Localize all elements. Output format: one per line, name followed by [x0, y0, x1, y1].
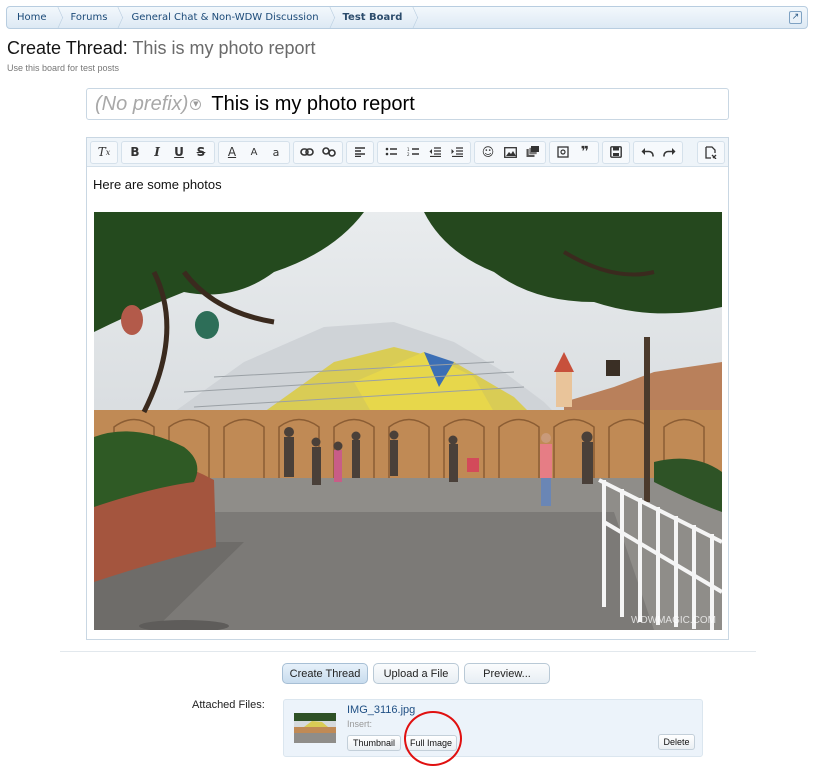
chevron-down-icon[interactable]: ▼: [190, 98, 202, 110]
photo-watermark: WDWMAGIC.COM: [631, 615, 716, 626]
editor-content[interactable]: Here are some photos: [87, 167, 728, 202]
bold-icon[interactable]: B: [124, 142, 146, 163]
outdent-icon[interactable]: [424, 142, 446, 163]
toolbar-group-draft: [602, 140, 630, 164]
attachment-item: IMG_3116.jpg Insert: Thumbnail Full Imag…: [283, 699, 703, 757]
attached-files-label: Attached Files:: [192, 699, 265, 711]
insert-label: Insert:: [347, 719, 373, 729]
toolbar-group-align: [346, 140, 374, 164]
font-size-icon[interactable]: A: [243, 142, 265, 163]
insert-thumbnail-button[interactable]: Thumbnail: [347, 735, 401, 751]
image-icon[interactable]: [499, 142, 521, 163]
form-divider: [60, 651, 756, 652]
page-title: Create Thread: This is my photo report: [7, 38, 316, 59]
external-link-icon[interactable]: ↗: [789, 11, 802, 24]
toolbar-group-format: Tx: [90, 140, 118, 164]
remove-format-icon[interactable]: Tx: [93, 142, 115, 163]
toolbar-group-style: B I U S: [121, 140, 215, 164]
toolbar-group-block: ❞: [549, 140, 599, 164]
page-title-thread: This is my photo report: [132, 38, 316, 58]
create-thread-button[interactable]: Create Thread: [282, 663, 368, 684]
attachment-thumbnail: [294, 713, 336, 743]
breadcrumb: Home Forums General Chat & Non-WDW Discu…: [6, 6, 808, 29]
save-draft-icon[interactable]: [605, 142, 627, 163]
redo-icon[interactable]: [658, 142, 680, 163]
toolbar-group-history: [633, 140, 683, 164]
thread-title-row: (No prefix) ▼: [86, 88, 729, 120]
font-family-icon[interactable]: a: [265, 142, 287, 163]
code-icon[interactable]: [552, 142, 574, 163]
align-icon[interactable]: [349, 142, 371, 163]
quote-icon[interactable]: ❞: [574, 142, 596, 163]
bullet-list-icon[interactable]: [380, 142, 402, 163]
breadcrumb-home[interactable]: Home: [7, 7, 61, 28]
prefix-selector[interactable]: (No prefix): [95, 93, 188, 116]
page-title-prefix: Create Thread:: [7, 38, 128, 58]
text-color-icon[interactable]: A: [221, 142, 243, 163]
photo-illustration: [94, 212, 722, 630]
message-editor: Tx B I U S A A a 1 2 ☺ ❞ Here are some p…: [86, 137, 729, 640]
attachment-file-name[interactable]: IMG_3116.jpg: [347, 704, 415, 716]
toolbar-group-link: [293, 140, 343, 164]
media-icon[interactable]: [521, 142, 543, 163]
link-icon[interactable]: [296, 142, 318, 163]
breadcrumb-general-chat[interactable]: General Chat & Non-WDW Discussion: [121, 7, 332, 28]
editor-text: Here are some photos: [93, 177, 222, 192]
editor-toolbar: Tx B I U S A A a 1 2 ☺ ❞: [87, 138, 728, 167]
italic-icon[interactable]: I: [146, 142, 168, 163]
toolbar-group-font: A A a: [218, 140, 290, 164]
svg-text:2: 2: [407, 152, 410, 157]
upload-file-button[interactable]: Upload a File: [373, 663, 459, 684]
embedded-photo[interactable]: WDWMAGIC.COM: [94, 212, 722, 630]
delete-attachment-button[interactable]: Delete: [658, 734, 695, 750]
smilie-icon[interactable]: ☺: [477, 142, 499, 163]
page-description: Use this board for test posts: [7, 63, 120, 73]
toolbar-group-lists: 12: [377, 140, 471, 164]
underline-icon[interactable]: U: [168, 142, 190, 163]
toggle-bbcode-icon[interactable]: [700, 142, 722, 163]
toolbar-group-source: [697, 140, 725, 164]
breadcrumb-forums[interactable]: Forums: [61, 7, 122, 28]
strikethrough-icon[interactable]: S: [190, 142, 212, 163]
numbered-list-icon[interactable]: 12: [402, 142, 424, 163]
unlink-icon[interactable]: [318, 142, 340, 163]
breadcrumb-test-board[interactable]: Test Board: [333, 7, 417, 28]
preview-button[interactable]: Preview...: [464, 663, 550, 684]
indent-icon[interactable]: [446, 142, 468, 163]
thread-title-input[interactable]: [211, 92, 692, 116]
highlight-annotation-circle: [404, 711, 462, 766]
toolbar-group-insert: ☺: [474, 140, 546, 164]
undo-icon[interactable]: [636, 142, 658, 163]
